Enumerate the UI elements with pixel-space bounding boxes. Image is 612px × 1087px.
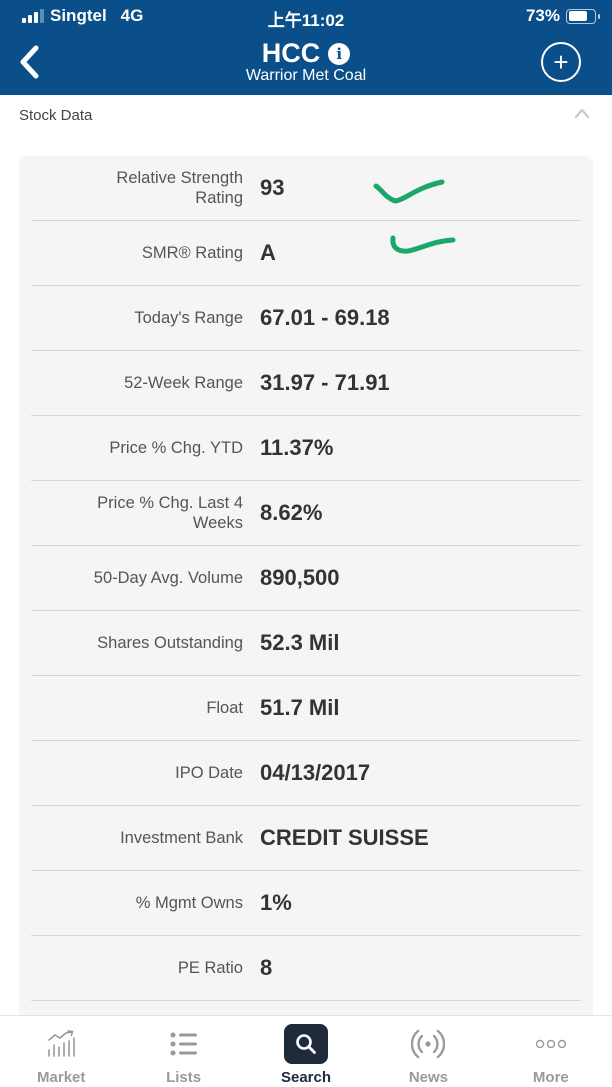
stock-data-row: Price % Chg. Last 4 Weeks 8.62% [31, 481, 581, 546]
stock-data-label: 52-Week Range [124, 374, 243, 392]
tab-search[interactable]: Search [245, 1016, 367, 1087]
stock-data-row: IPO Date 04/13/2017 [31, 741, 581, 806]
stock-data-row: PE Ratio 8 [31, 936, 581, 1001]
broadcast-icon [411, 1029, 446, 1059]
battery-tip [598, 13, 600, 19]
stock-data-label: Price % Chg. YTD [109, 439, 243, 457]
ticker-symbol: HCC [261, 38, 321, 68]
search-icon [296, 1034, 316, 1054]
stock-data-value: 890,500 [260, 565, 340, 590]
plus-icon: + [553, 47, 569, 77]
tab-label: Market [37, 1069, 86, 1086]
battery-percent: 73% [525, 6, 560, 25]
stock-data-row: 50-Day Avg. Volume 890,500 [31, 546, 581, 611]
stock-data-row: 52-Week Range 31.97 - 71.91 [31, 351, 581, 416]
stock-data-row: SMR® Rating A [31, 221, 581, 286]
stock-data-label: 50-Day Avg. Volume [93, 569, 243, 587]
stock-data-label: Relative Strength Rating [116, 169, 243, 207]
stock-data-value: 8 [260, 955, 273, 980]
tab-bar: Market Lists Search News More [0, 1015, 612, 1087]
stock-data-row: % Mgmt Owns 1% [31, 871, 581, 936]
stock-data-value: A [260, 240, 276, 265]
stock-data-value: 8.62% [260, 500, 323, 525]
company-name: Warrior Met Coal [245, 67, 367, 84]
info-icon[interactable]: i [328, 42, 351, 65]
tab-market[interactable]: Market [0, 1016, 122, 1087]
stock-data-label: Today's Range [134, 309, 243, 327]
chevron-up-icon[interactable] [574, 107, 590, 119]
stock-data-row: Shares Outstanding 52.3 Mil [31, 611, 581, 676]
stock-data-value: 67.01 - 69.18 [260, 305, 390, 330]
stock-data-row: Float 51.7 Mil [31, 676, 581, 741]
stock-data-label: Shares Outstanding [97, 634, 243, 652]
status-right: 73% [525, 6, 600, 26]
stock-data-value: 31.97 - 71.91 [260, 370, 390, 395]
stock-data-value: 52.3 Mil [260, 630, 340, 655]
stock-data-label: % Mgmt Owns [135, 894, 243, 912]
stock-data-label: Float [206, 699, 243, 717]
tab-more[interactable]: More [490, 1016, 612, 1087]
stock-data-label: Price % Chg. Last 4 Weeks [97, 494, 243, 532]
stock-data-value: 11.37% [260, 435, 334, 460]
app-header: Singtel 4G 上午11:02 73% HCC i Warrior Met… [0, 0, 612, 95]
title-block: HCC i Warrior Met Coal [0, 38, 612, 85]
nav-bar: HCC i Warrior Met Coal + [0, 34, 612, 95]
search-tab-background [284, 1024, 329, 1064]
stock-data-label: PE Ratio [177, 959, 243, 977]
status-time: 上午11:02 [267, 11, 345, 30]
battery-fill [568, 11, 587, 21]
market-chart-icon [48, 1030, 76, 1057]
tab-label: Search [280, 1069, 332, 1086]
more-dots-icon [535, 1039, 567, 1049]
stock-data-row: Investment Bank CREDIT SUISSE [31, 806, 581, 871]
add-to-list-button[interactable]: + [541, 42, 581, 82]
stock-data-value: 93 [260, 175, 285, 200]
status-bar: Singtel 4G 上午11:02 73% [0, 0, 612, 34]
tab-news[interactable]: News [367, 1016, 489, 1087]
stock-data-label: IPO Date [175, 764, 243, 782]
battery-icon [566, 8, 600, 24]
stock-data-value: 51.7 Mil [260, 695, 340, 720]
tab-label: News [408, 1069, 449, 1086]
stock-data-section-header[interactable]: Stock Data [0, 95, 612, 135]
section-title: Stock Data [19, 107, 93, 124]
stock-data-label: Investment Bank [120, 829, 243, 847]
tab-label: More [532, 1069, 569, 1086]
tab-lists[interactable]: Lists [122, 1016, 244, 1087]
list-icon [170, 1032, 197, 1056]
stock-data-value: CREDIT SUISSE [260, 825, 429, 850]
stock-data-label: SMR® Rating [141, 244, 243, 262]
stock-data-row: Today's Range 67.01 - 69.18 [31, 286, 581, 351]
stock-data-row: Price % Chg. YTD 11.37% [31, 416, 581, 481]
tab-label: Lists [166, 1069, 202, 1086]
stock-data-card: Relative Strength Rating 93 SMR® Rating A Tod… [19, 156, 593, 1026]
stock-data-value: 04/13/2017 [260, 760, 371, 785]
stock-data-value: 1% [260, 890, 292, 915]
stock-data-row: Relative Strength Rating 93 [31, 156, 581, 221]
